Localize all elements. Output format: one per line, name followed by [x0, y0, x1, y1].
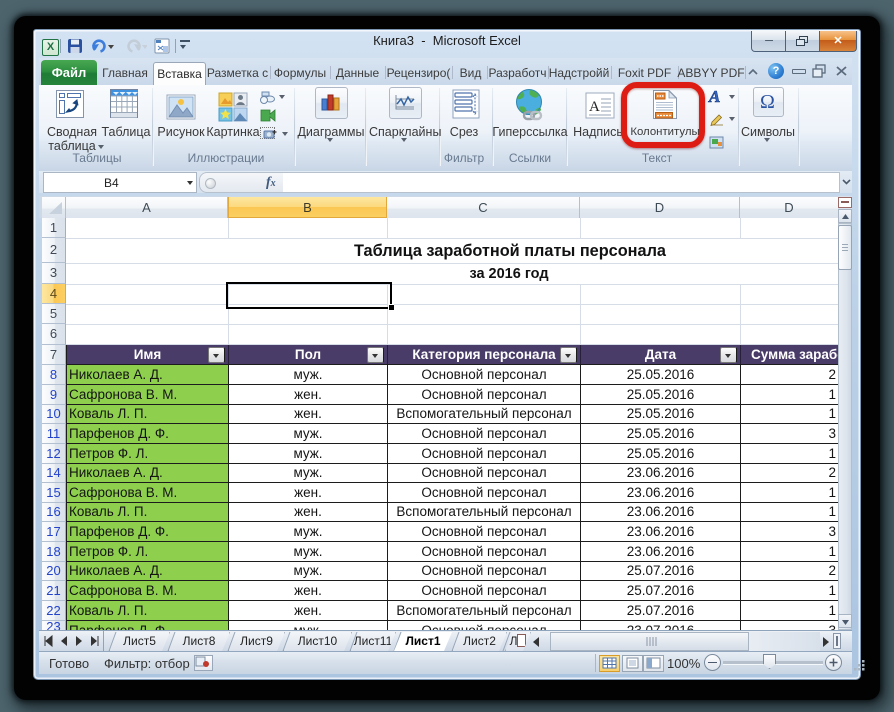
- svg-text:A: A: [589, 99, 600, 115]
- svg-text:Ω: Ω: [760, 91, 775, 112]
- svg-text:A: A: [708, 87, 720, 105]
